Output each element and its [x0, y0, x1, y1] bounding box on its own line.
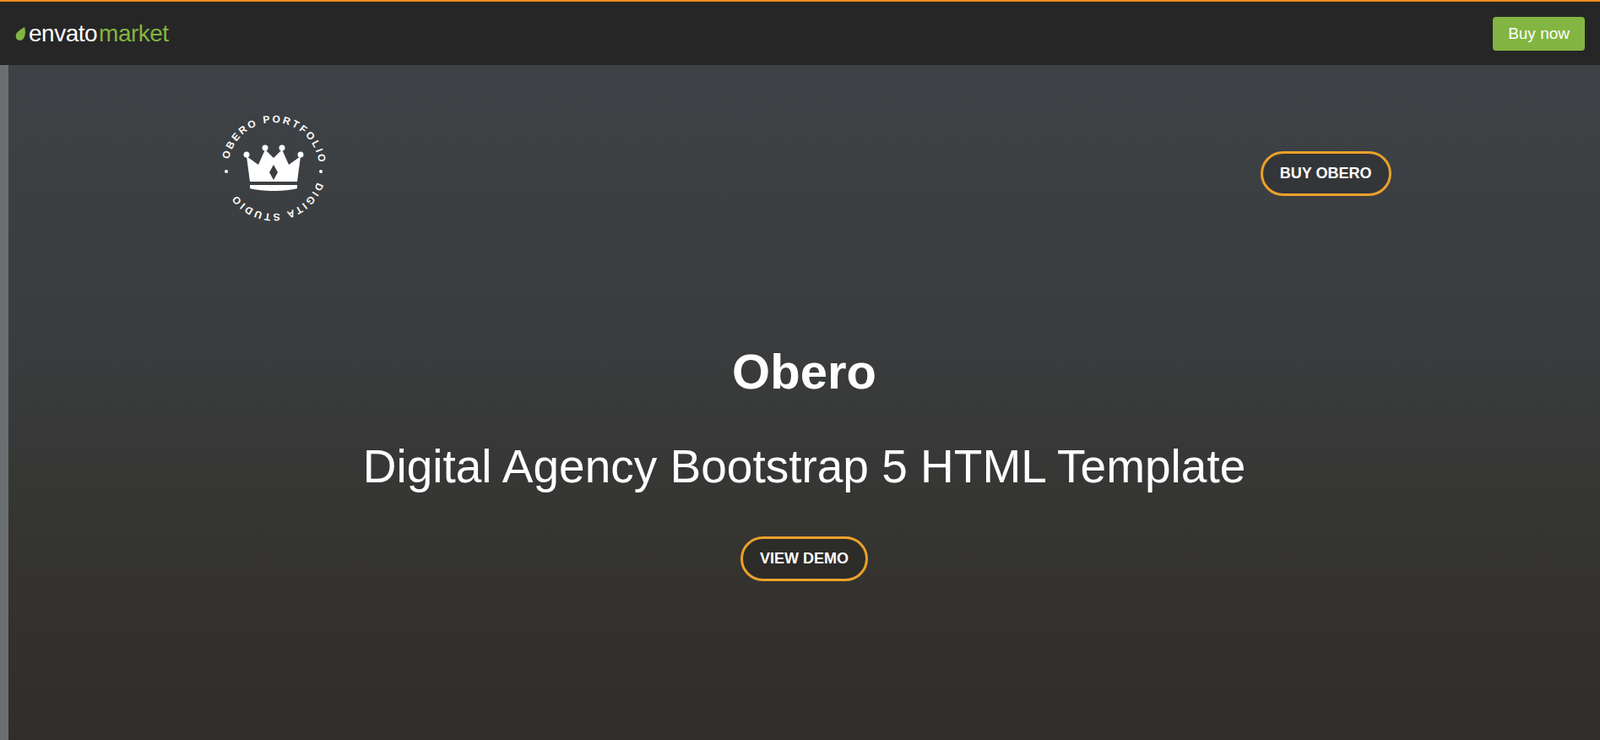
- brand-envato: envato: [28, 20, 98, 48]
- crown-icon: [243, 145, 304, 192]
- top-bar: envatomarket Buy now: [0, 0, 1600, 66]
- logo-bottom-text: DIGITA STUDIO: [227, 181, 326, 224]
- logo-dot: [319, 169, 323, 174]
- logo-dot: [224, 169, 228, 174]
- hero-title: Obero: [732, 341, 877, 402]
- preview-frame: OBERO PORTFOLIO DIGITA STUDIO BUY OBERO Obe…: [0, 65, 1600, 740]
- brand-market: market: [98, 20, 169, 48]
- hero-header: OBERO PORTFOLIO DIGITA STUDIO BUY OBERO: [217, 112, 1392, 224]
- hero-subtitle: Digital Agency Bootstrap 5 HTML Template: [363, 438, 1247, 494]
- frame-edge: [0, 65, 9, 740]
- leaf-icon: [15, 26, 28, 42]
- view-demo-button[interactable]: VIEW DEMO: [740, 536, 868, 581]
- logo-top-text: OBERO PORTFOLIO: [219, 113, 329, 166]
- envato-market-logo[interactable]: envatomarket: [15, 20, 169, 48]
- hero-section: OBERO PORTFOLIO DIGITA STUDIO BUY OBERO Obe…: [8, 65, 1600, 740]
- obero-logo[interactable]: OBERO PORTFOLIO DIGITA STUDIO: [217, 112, 330, 224]
- buy-now-button[interactable]: Buy now: [1492, 16, 1585, 51]
- buy-obero-button[interactable]: BUY OBERO: [1260, 151, 1392, 196]
